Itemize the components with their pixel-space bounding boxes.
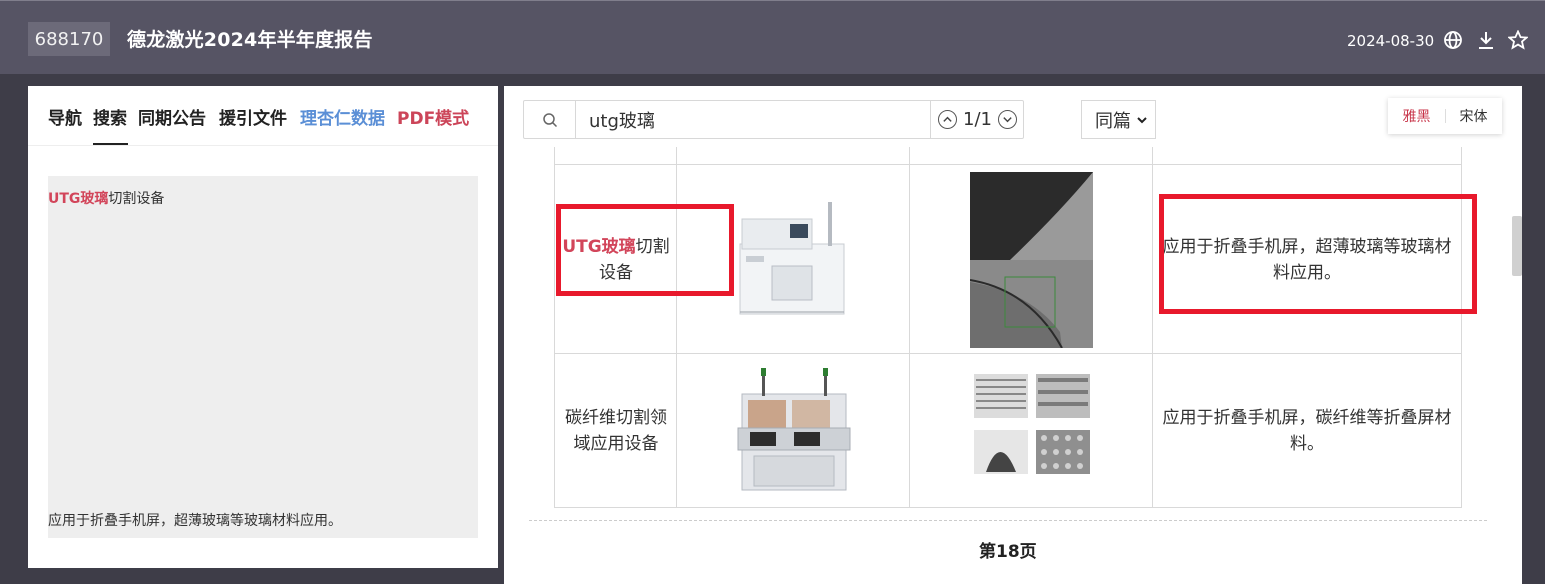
tab-search[interactable]: 搜索 [93,104,127,129]
tab-lixinger-data[interactable]: 理杏仁数据 [300,104,385,129]
download-icon[interactable] [1476,30,1496,50]
tab-pdf-mode[interactable]: PDF模式 [397,104,469,129]
sample-image [972,372,1092,484]
tab-cited-files[interactable]: 援引文件 [219,104,287,129]
font-option-divider [1444,109,1446,123]
report-title: 德龙激光2024年半年度报告 [127,29,373,51]
font-option-yahei[interactable]: 雅黑 [1403,106,1431,126]
annotation-box [556,204,734,296]
document-page: UTG玻璃切割 设备 应用于折叠手机屏，超薄玻璃等玻璃材料应用。 碳纤维切割领 … [504,147,1522,584]
active-tab-indicator [93,143,128,145]
table-cell [676,147,910,165]
annotation-box [1159,194,1477,314]
tab-navigation[interactable]: 导航 [48,104,82,129]
search-scope-select[interactable]: 同篇 [1081,100,1156,139]
tab-same-period-announcements[interactable]: 同期公告 [138,104,206,129]
left-panel: 导航 搜索 同期公告 援引文件 理杏仁数据 PDF模式 UTG玻璃切割设备 应用… [28,86,498,568]
product-name-line2: 域应用设备 [573,434,659,454]
star-icon[interactable] [1507,29,1529,50]
product-name-cell: 碳纤维切割领 域应用设备 [556,405,676,457]
top-bar: 688170 德龙激光2024年半年度报告 2024-08-30 [0,0,1545,74]
product-image [732,194,854,319]
font-switcher: 雅黑 宋体 [1388,98,1502,134]
page-divider [529,520,1487,521]
result-title: UTG玻璃切割设备 [48,188,164,208]
product-image [732,366,854,498]
stock-code-badge: 688170 [28,22,110,56]
match-count: 1/1 [963,109,992,130]
document-scrollbar[interactable] [1512,216,1522,276]
product-description-cell: 应用于折叠手机屏，碳纤维等折叠屏材料。 [1162,408,1452,454]
chevron-down-icon [1137,116,1147,123]
page-number-label: 第18页 [979,542,1037,562]
font-option-songti[interactable]: 宋体 [1460,106,1488,126]
search-match-navigator: 1/1 [930,101,1024,138]
table-cell [554,147,677,165]
result-title-highlight: UTG玻璃 [48,191,109,207]
result-description: 应用于折叠手机屏，超薄玻璃等玻璃材料应用。 [48,513,342,529]
next-match-button[interactable] [997,110,1017,129]
result-title-rest: 切割设备 [108,191,165,207]
report-date: 2024-08-30 [1347,32,1435,50]
product-name-line1: 碳纤维切割领 [565,408,667,428]
search-result-item[interactable]: UTG玻璃切割设备 应用于折叠手机屏，超薄玻璃等玻璃材料应用。 [48,176,478,538]
search-input[interactable] [577,101,930,138]
globe-icon[interactable] [1443,30,1463,50]
document-search-bar: 1/1 [523,100,1024,139]
previous-match-button[interactable] [938,110,957,129]
table-cell [909,147,1153,165]
sample-image [969,172,1093,349]
document-viewer: 1/1 同篇 雅黑 宋体 UTG玻璃切割 设备 [504,86,1522,584]
tab-bar: 导航 搜索 同期公告 援引文件 理杏仁数据 PDF模式 [28,86,498,146]
table-cell [1152,147,1462,165]
search-icon[interactable] [524,101,576,138]
search-scope-value: 同篇 [1095,110,1131,132]
